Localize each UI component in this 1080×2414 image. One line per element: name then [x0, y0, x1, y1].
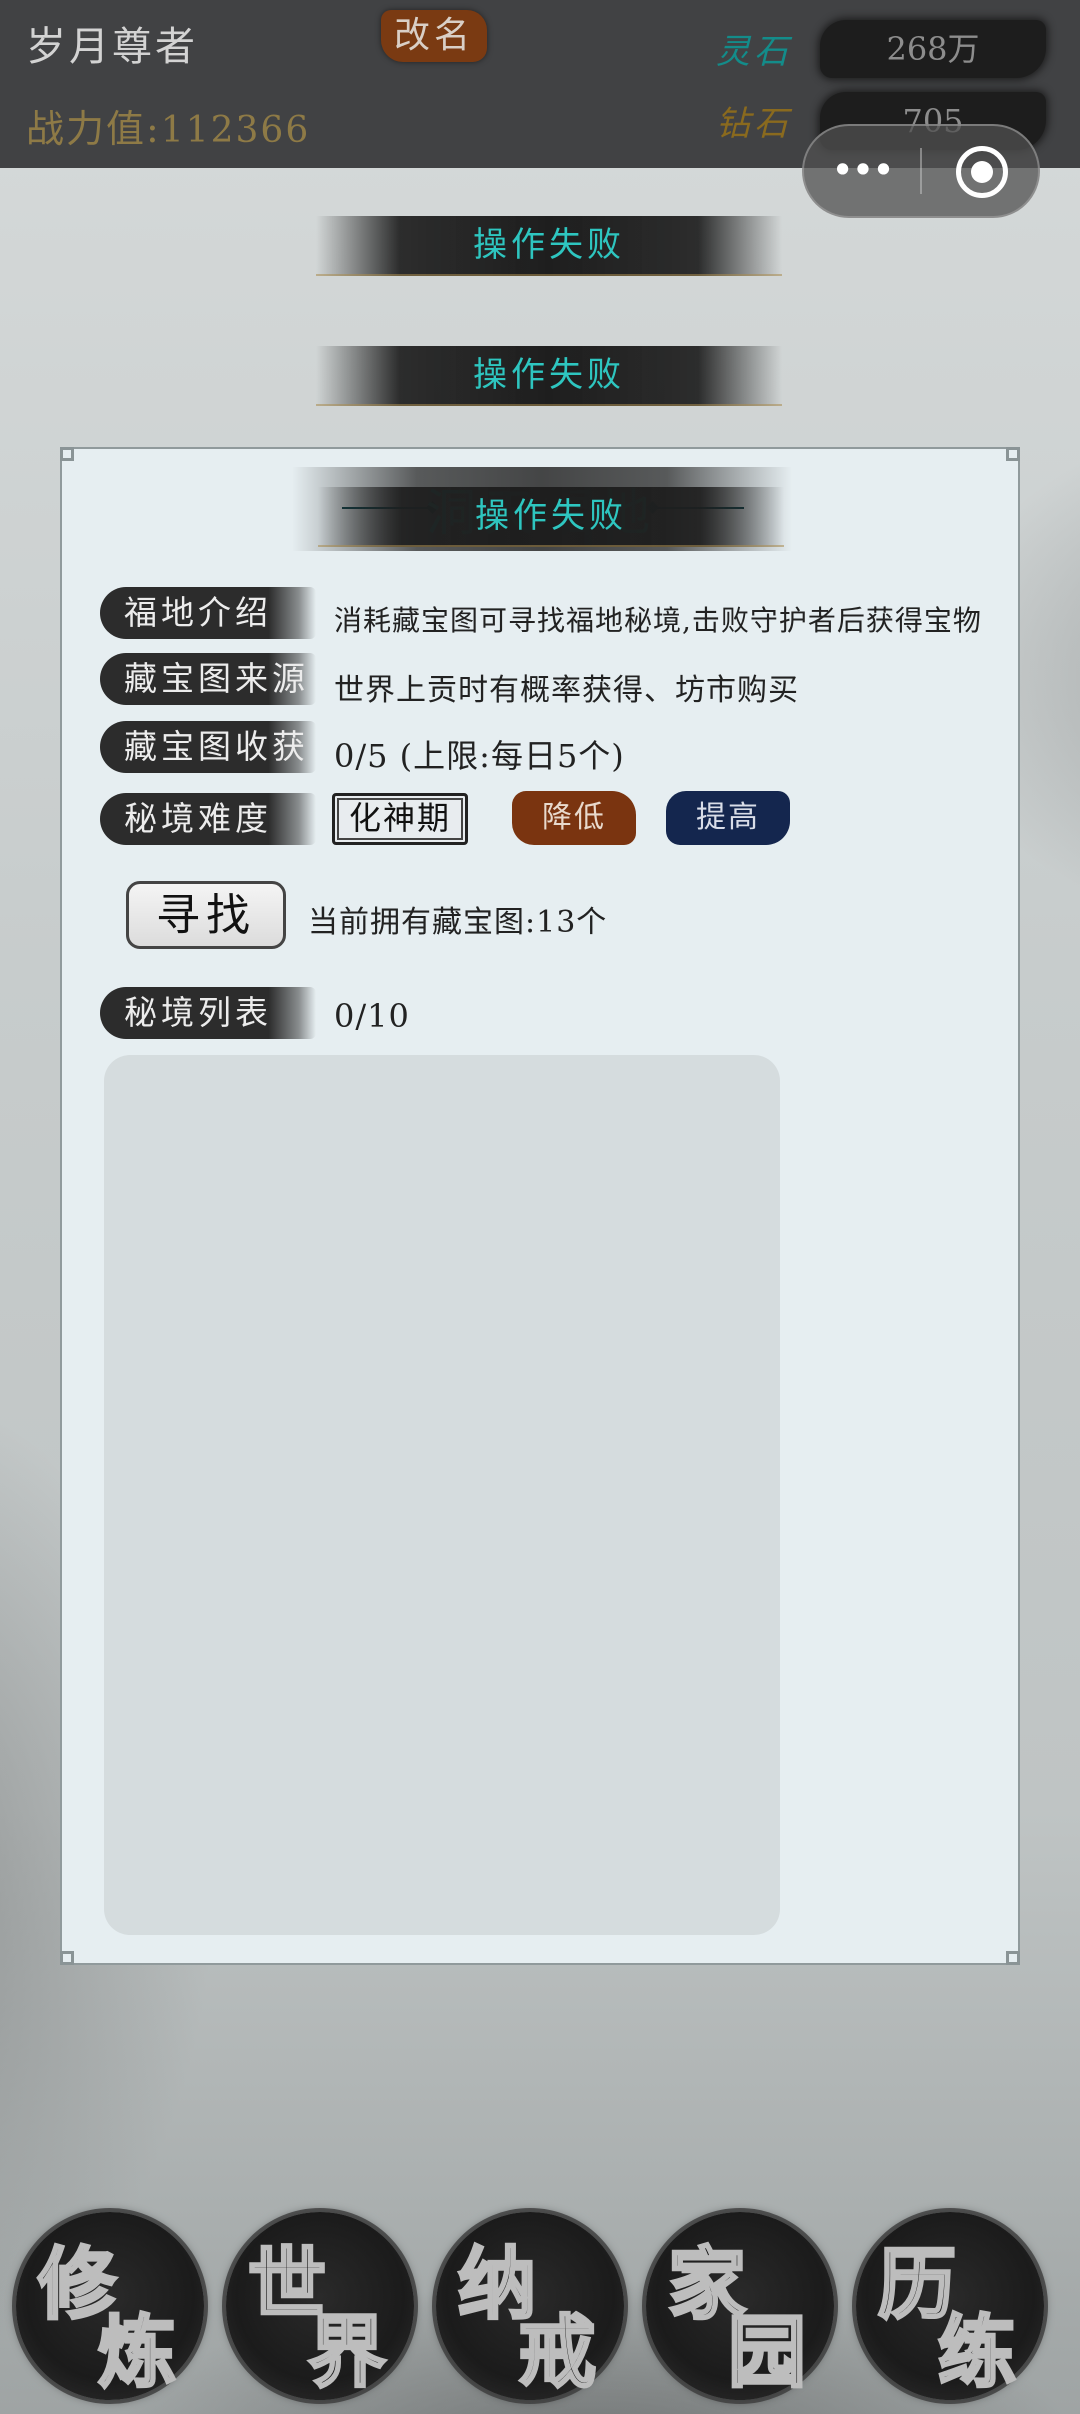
- toast-message: 操作失败: [318, 487, 784, 547]
- nav-label-char: 戒: [516, 2306, 597, 2400]
- corner-ornament: [60, 447, 74, 461]
- corner-ornament: [1006, 1951, 1020, 1965]
- find-button[interactable]: 寻找: [126, 881, 286, 949]
- nav-label-char: 练: [936, 2306, 1017, 2400]
- map-source-text: 世界上贡时有概率获得、坊市购买: [334, 673, 799, 708]
- nav-cultivate-button[interactable]: 修 炼: [16, 2212, 204, 2400]
- nav-world-button[interactable]: 世 界: [226, 2212, 414, 2400]
- nav-storage-ring-button[interactable]: 纳 戒: [436, 2212, 624, 2400]
- treasure-land-panel: 洞天福地 操作失败 福地介绍 消耗藏宝图可寻找福地秘境,击败守护者后获得宝物 藏…: [60, 447, 1020, 1965]
- combat-power-value: 112366: [160, 110, 311, 151]
- lower-difficulty-button[interactable]: 降低: [512, 791, 636, 845]
- player-name: 岁月尊者: [26, 24, 198, 70]
- difficulty-label: 秘境难度: [100, 793, 316, 845]
- miniprogram-capsule: •••: [802, 124, 1040, 218]
- nav-label-char: 园: [726, 2306, 807, 2400]
- spirit-stone-value: 268万: [820, 20, 1046, 78]
- map-source-label: 藏宝图来源: [100, 653, 316, 705]
- spirit-stone-label: 灵石: [716, 32, 792, 72]
- raise-difficulty-button[interactable]: 提高: [666, 791, 790, 845]
- capsule-divider: [920, 148, 922, 194]
- target-icon[interactable]: [956, 146, 1008, 198]
- difficulty-level-select[interactable]: 化神期: [332, 793, 468, 845]
- rename-button[interactable]: 改名: [381, 10, 487, 62]
- bottom-nav: 修 炼 世 界 纳 戒 家 园 历 练: [0, 2200, 1080, 2414]
- realm-list-label: 秘境列表: [100, 987, 316, 1039]
- map-harvest-text: 0/5 (上限:每日5个): [334, 737, 625, 775]
- owned-maps-info: 当前拥有藏宝图:13个: [308, 905, 608, 940]
- nav-label-char: 炼: [96, 2306, 177, 2400]
- toast-message: 操作失败: [316, 216, 782, 276]
- nav-training-button[interactable]: 历 练: [856, 2212, 1044, 2400]
- corner-ornament: [60, 1951, 74, 1965]
- realm-list[interactable]: [104, 1055, 780, 1935]
- toast-message: 操作失败: [316, 346, 782, 406]
- map-harvest-label: 藏宝图收获: [100, 721, 316, 773]
- diamond-label: 钻石: [716, 104, 792, 144]
- intro-text: 消耗藏宝图可寻找福地秘境,击败守护者后获得宝物: [334, 604, 982, 637]
- combat-power: 战力值:112366: [26, 98, 310, 153]
- nav-homeland-button[interactable]: 家 园: [646, 2212, 834, 2400]
- intro-label: 福地介绍: [100, 587, 316, 639]
- more-icon[interactable]: •••: [830, 150, 896, 190]
- combat-power-label: 战力值:: [26, 107, 161, 151]
- realm-list-count: 0/10: [334, 997, 410, 1035]
- nav-label-char: 界: [306, 2306, 387, 2400]
- corner-ornament: [1006, 447, 1020, 461]
